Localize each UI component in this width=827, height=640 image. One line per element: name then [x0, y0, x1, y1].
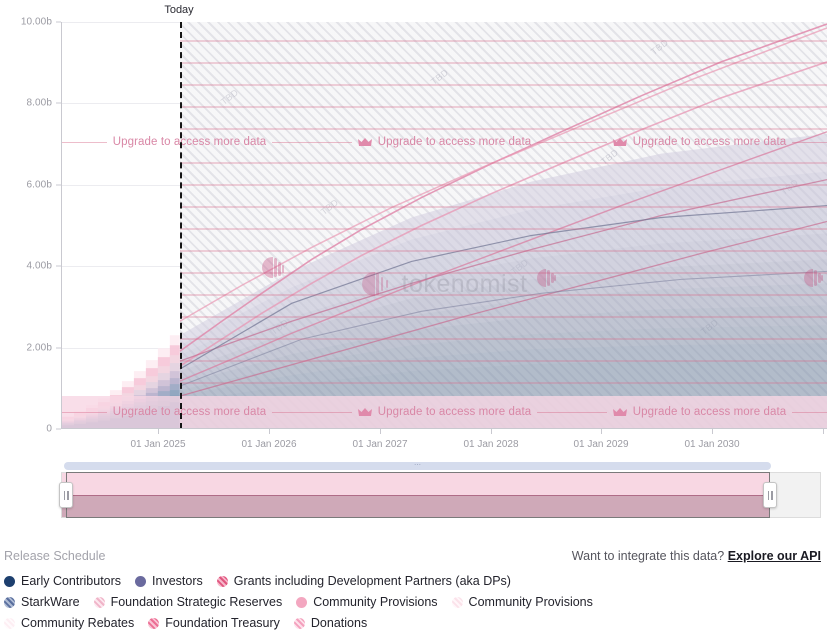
- x-axis-tick-mark: [601, 429, 602, 434]
- premium-band: [180, 338, 827, 340]
- legend-swatch: [4, 596, 15, 608]
- y-axis-tick-label: 6.00b: [26, 179, 52, 191]
- premium-band: [180, 250, 827, 252]
- legend-swatch: [148, 617, 160, 629]
- legend-swatch: [296, 596, 308, 608]
- navigator-body[interactable]: [59, 472, 821, 518]
- legend-item-foundation-treasury[interactable]: Foundation Treasury: [148, 616, 280, 630]
- legend-row: StarkWare Foundation Strategic Reserves …: [4, 595, 823, 609]
- scrollbar-grip[interactable]: ⋯: [413, 462, 423, 469]
- x-axis-tick-label: 01 Jan 2030: [684, 439, 740, 450]
- x-axis-tick-label: 01 Jan 2029: [573, 439, 629, 450]
- legend-swatch: [135, 575, 147, 587]
- legend-swatch: [93, 596, 105, 608]
- legend-label: StarkWare: [21, 595, 80, 609]
- premium-band: [180, 184, 827, 186]
- legend-label: Community Provisions: [313, 595, 438, 609]
- y-axis-tick-label: 10.00b: [20, 16, 52, 28]
- legend: Early Contributors Investors Grants incl…: [4, 574, 823, 637]
- x-axis-tick-mark: [269, 429, 270, 434]
- premium-bottom-strip: [62, 396, 827, 428]
- legend-swatch: [293, 617, 305, 629]
- explore-api-link[interactable]: Explore our API: [728, 549, 821, 563]
- legend-item-donations[interactable]: Donations: [293, 616, 368, 630]
- premium-band: [180, 206, 827, 208]
- legend-label: Grants including Development Partners (a…: [233, 574, 511, 588]
- release-schedule-chart-panel: 10.00b 8.00b 6.00b 4.00b 2.00b 0 TBD TBD…: [0, 0, 827, 640]
- legend-item-community-rebates[interactable]: Community Rebates: [4, 616, 134, 630]
- x-axis-tick-mark: [823, 429, 824, 434]
- legend-label: Community Rebates: [21, 616, 135, 630]
- premium-band: [180, 272, 827, 274]
- premium-band: [180, 360, 827, 362]
- today-line: [180, 22, 182, 428]
- legend-row: Community Rebates Foundation Treasury Do…: [4, 616, 823, 630]
- legend-item-community-provisions[interactable]: Community Provisions: [296, 595, 438, 609]
- premium-band: [180, 294, 827, 296]
- legend-item-investors[interactable]: Investors: [135, 574, 203, 588]
- legend-label: Investors: [152, 574, 203, 588]
- y-axis-tick-label: 0: [46, 423, 52, 435]
- premium-band: [180, 62, 827, 64]
- range-navigator[interactable]: ⋯: [59, 462, 821, 520]
- api-prompt-text: Want to integrate this data?: [571, 549, 725, 563]
- legend-swatch: [4, 617, 15, 629]
- legend-swatch: [451, 596, 463, 608]
- x-axis-tick-label: 01 Jan 2025: [130, 439, 186, 450]
- legend-label: Donations: [310, 616, 368, 630]
- navigator-selection-box[interactable]: [66, 472, 770, 518]
- legend-item-foundation-strategic-reserves[interactable]: Foundation Strategic Reserves: [93, 595, 283, 609]
- stacked-area-series: [62, 23, 827, 428]
- x-axis-tick-label: 01 Jan 2028: [463, 439, 519, 450]
- premium-band: [180, 162, 827, 164]
- y-axis-tick-label: 8.00b: [26, 97, 52, 109]
- today-label: Today: [164, 4, 194, 16]
- navigator-handle-left[interactable]: [59, 482, 73, 508]
- navigator-handle-right[interactable]: [763, 482, 777, 508]
- premium-band: [180, 228, 827, 230]
- legend-swatch: [216, 575, 228, 587]
- premium-band: [180, 84, 827, 86]
- x-axis-tick-mark: [491, 429, 492, 434]
- legend-label: Community Provisions: [468, 595, 593, 609]
- chart-area[interactable]: 10.00b 8.00b 6.00b 4.00b 2.00b 0 TBD TBD…: [0, 0, 827, 450]
- y-axis: 10.00b 8.00b 6.00b 4.00b 2.00b 0: [0, 0, 61, 450]
- premium-band: [180, 106, 827, 108]
- legend-label: Foundation Strategic Reserves: [110, 595, 283, 609]
- legend-item-starkware[interactable]: StarkWare: [4, 595, 80, 609]
- x-axis-tick-label: 01 Jan 2027: [352, 439, 408, 450]
- legend-label: Foundation Treasury: [165, 616, 280, 630]
- premium-band: [180, 128, 827, 130]
- release-schedule-title: Release Schedule: [4, 549, 106, 563]
- legend-item-community-provisions-2[interactable]: Community Provisions: [451, 595, 593, 609]
- legend-label: Early Contributors: [21, 574, 122, 588]
- footer-header-row: Release Schedule Want to integrate this …: [4, 547, 821, 565]
- legend-item-early-contributors[interactable]: Early Contributors: [4, 574, 121, 588]
- plot-region[interactable]: TBD TBD TBD TBD TBD TBD TBD TBD TBD TBD: [61, 22, 827, 429]
- legend-swatch: [4, 575, 15, 587]
- api-prompt: Want to integrate this data? Explore our…: [572, 549, 821, 563]
- premium-band: [180, 40, 827, 42]
- x-axis: 01 Jan 2025 01 Jan 2026 01 Jan 2027 01 J…: [61, 429, 827, 459]
- y-axis-tick-label: 2.00b: [26, 342, 52, 354]
- legend-item-grants[interactable]: Grants including Development Partners (a…: [216, 574, 511, 588]
- navigator-scrollbar[interactable]: ⋯: [64, 462, 771, 470]
- x-axis-tick-mark: [712, 429, 713, 434]
- x-axis-tick-label: 01 Jan 2026: [241, 439, 297, 450]
- premium-band: [180, 382, 827, 384]
- chart-footer: Release Schedule Want to integrate this …: [0, 540, 827, 640]
- premium-band: [180, 316, 827, 318]
- legend-row: Early Contributors Investors Grants incl…: [4, 574, 823, 588]
- x-axis-tick-mark: [380, 429, 381, 434]
- x-axis-tick-mark: [158, 429, 159, 434]
- y-axis-tick-label: 4.00b: [26, 260, 52, 272]
